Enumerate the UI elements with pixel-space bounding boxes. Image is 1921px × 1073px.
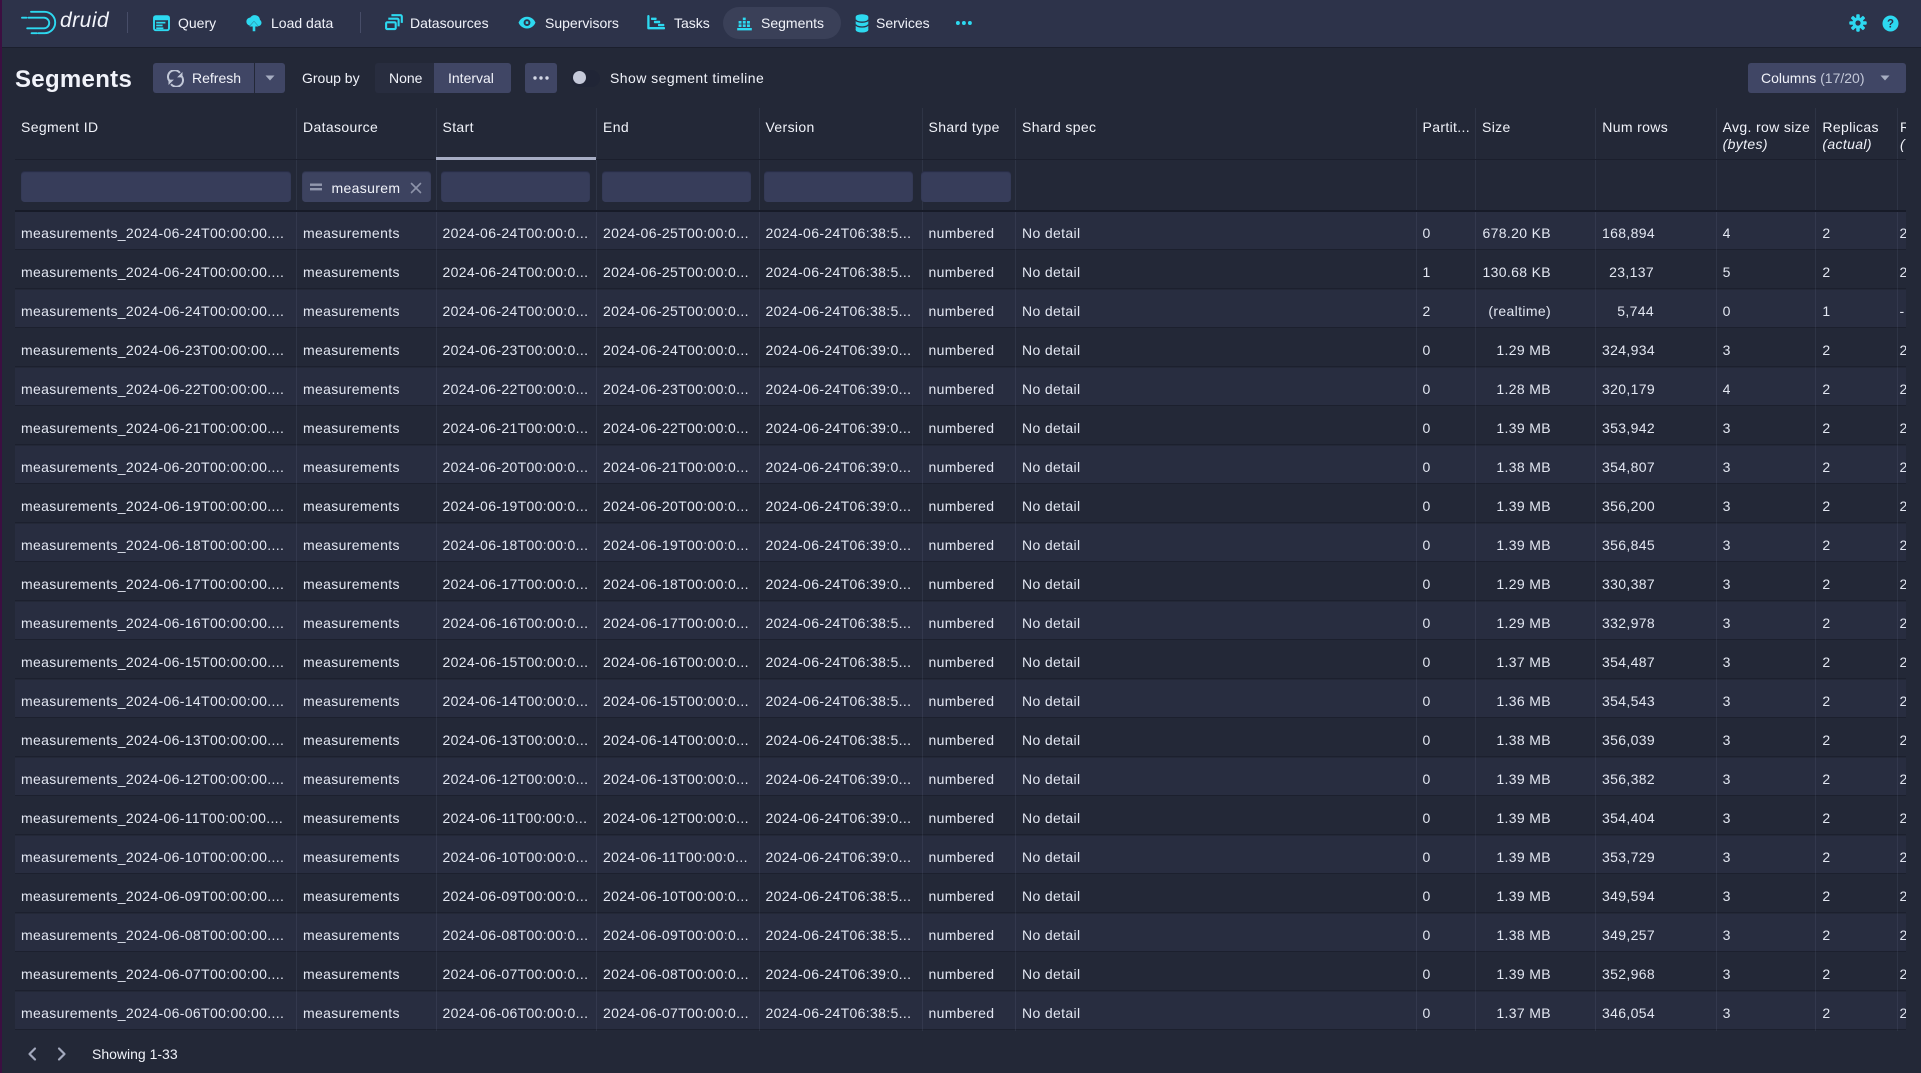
svg-text:?: ? xyxy=(1887,18,1894,30)
